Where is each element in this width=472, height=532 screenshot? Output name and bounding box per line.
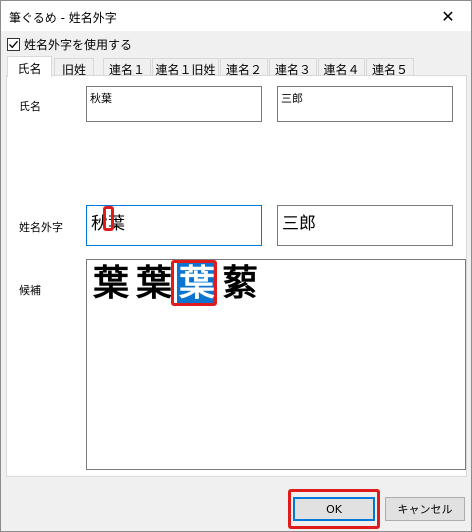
name-label: 氏名 bbox=[19, 100, 41, 113]
use-gaiji-label: 姓名外字を使用する bbox=[24, 37, 133, 52]
tab-maiden-name[interactable]: 旧姓 bbox=[54, 58, 94, 77]
gaiji-label: 姓名外字 bbox=[19, 221, 63, 234]
tab-joint-name-1-maiden[interactable]: 連名１旧姓 bbox=[152, 58, 219, 77]
tab-joint-name-5[interactable]: 連名５ bbox=[366, 58, 414, 77]
tab-joint-name-3[interactable]: 連名３ bbox=[269, 58, 317, 77]
cancel-button[interactable]: キャンセル bbox=[385, 497, 465, 521]
surname-input[interactable]: 秋葉 bbox=[86, 86, 262, 122]
candidate-item[interactable]: 蕠 bbox=[220, 263, 260, 303]
close-button[interactable]: ✕ bbox=[425, 1, 471, 31]
tab-joint-name-1[interactable]: 連名１ bbox=[103, 58, 151, 77]
name-tab-panel: 氏名 秋葉 三郎 姓名外字 秋葉 三郎 候補 葉 葉 葉 蕠 bbox=[6, 75, 467, 477]
tab-joint-name-2[interactable]: 連名２ bbox=[220, 58, 268, 77]
title-bar: 筆ぐるめ - 姓名外字 ✕ bbox=[1, 1, 471, 31]
ok-button-highlight bbox=[288, 489, 380, 529]
target-char-highlight bbox=[103, 206, 114, 231]
gaiji-dialog: 筆ぐるめ - 姓名外字 ✕ 姓名外字を使用する 氏名 旧姓 連名１ 連名１旧姓 … bbox=[0, 0, 472, 532]
candidate-item[interactable]: 葉 bbox=[134, 263, 174, 303]
tab-name[interactable]: 氏名 bbox=[7, 56, 52, 77]
check-icon bbox=[9, 40, 18, 48]
candidates-label: 候補 bbox=[19, 284, 41, 297]
use-gaiji-checkbox[interactable] bbox=[7, 37, 20, 51]
candidate-item[interactable]: 葉 bbox=[91, 263, 131, 303]
selected-candidate-highlight bbox=[171, 260, 217, 306]
window-title: 筆ぐるめ - 姓名外字 bbox=[9, 11, 117, 25]
tab-joint-name-4[interactable]: 連名４ bbox=[318, 58, 365, 77]
use-gaiji-option[interactable]: 姓名外字を使用する bbox=[7, 36, 132, 52]
gaiji-given-name-input[interactable]: 三郎 bbox=[277, 205, 453, 246]
given-name-input[interactable]: 三郎 bbox=[277, 86, 453, 122]
candidate-list[interactable]: 葉 葉 葉 蕠 bbox=[86, 259, 466, 470]
